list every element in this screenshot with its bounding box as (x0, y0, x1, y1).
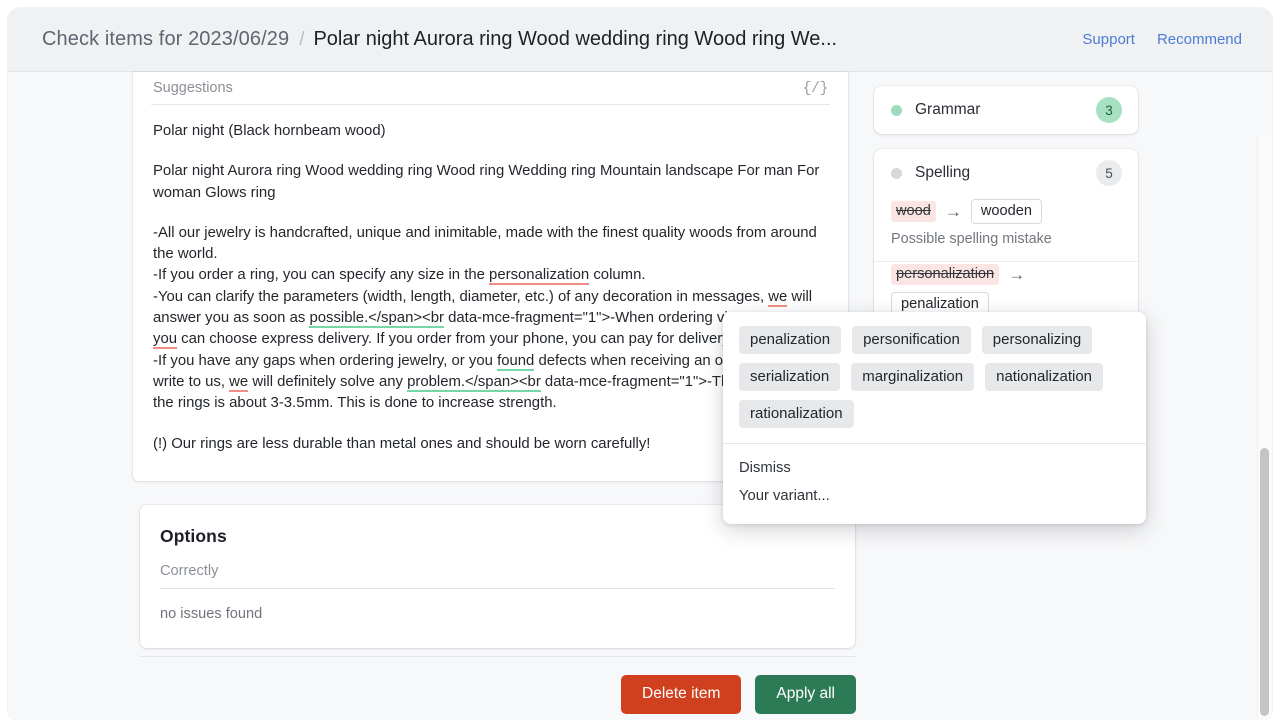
options-empty-state: no issues found (160, 606, 263, 622)
suggestion-chip[interactable]: personification (852, 326, 971, 354)
document-text-run: column. (589, 267, 646, 284)
suggestions-header: Suggestions {/} (151, 72, 830, 105)
grammar-error-mark[interactable]: possible.</span><br (309, 310, 444, 329)
vertical-scrollbar-track[interactable] (1257, 136, 1272, 720)
spelling-issue-row: wood → wooden (891, 199, 1121, 224)
spelling-error-mark[interactable]: we (229, 373, 249, 392)
suggestion-popup-actions: Dismiss Your variant... (723, 443, 1146, 516)
document-text-run: Polar night (Black hornbeam wood) (153, 123, 386, 139)
spelling-issue-item: wood → wooden Possible spelling mistake (874, 197, 1138, 262)
document-text-run: (!) Our rings are less durable than meta… (153, 435, 651, 452)
grammar-error-mark[interactable]: problem.</span><br (407, 373, 541, 392)
grammar-panel-header[interactable]: Grammar 3 (874, 86, 1138, 134)
document-text-run: will definitely solve any (248, 373, 408, 390)
top-bar: Check items for 2023/06/29 / Polar night… (8, 8, 1272, 72)
spelling-error-mark[interactable]: you (153, 331, 178, 350)
grammar-error-mark[interactable]: found (497, 352, 535, 371)
options-title: Options (160, 526, 227, 546)
spelling-count-badge: 5 (1096, 160, 1122, 186)
apply-all-button[interactable]: Apply all (755, 675, 856, 714)
suggestion-chip[interactable]: marginalization (851, 363, 975, 391)
document-text-run: can choose express delivery. If you orde… (177, 331, 806, 348)
recommend-link[interactable]: Recommend (1157, 31, 1242, 48)
vertical-scrollbar-thumb[interactable] (1260, 448, 1269, 716)
breadcrumb-parent[interactable]: Check items for 2023/06/29 (42, 28, 289, 51)
footer-actions: Delete item Apply all (140, 675, 856, 714)
options-correctly-field[interactable]: Correctly (160, 563, 835, 589)
suggested-word[interactable]: wooden (970, 199, 1043, 224)
spelling-issue-row: personalization → (891, 264, 1121, 285)
delete-item-button[interactable]: Delete item (621, 675, 742, 714)
suggestion-chip[interactable]: serialization (739, 363, 841, 391)
arrow-right-icon: → (1008, 265, 1026, 284)
grammar-panel[interactable]: Grammar 3 (874, 86, 1138, 134)
page-title: Polar night Aurora ring Wood wedding rin… (313, 28, 838, 50)
suggestion-popup: penalization personification personalizing… (723, 312, 1146, 524)
document-paragraph: Polar night (Black hornbeam wood) (153, 121, 828, 142)
suggestion-chip[interactable]: personalizing (981, 326, 1093, 354)
document-text-run: Polar night Aurora ring Wood wedding rin… (153, 163, 820, 201)
app-window: Check items for 2023/06/29 / Polar night… (8, 8, 1272, 720)
breadcrumb-separator: / (299, 28, 305, 50)
arrow-right-icon: → (944, 202, 962, 221)
dismiss-action[interactable]: Dismiss (723, 456, 1146, 484)
grammar-title: Grammar (915, 101, 981, 118)
document-paragraph: Polar night Aurora ring Wood wedding rin… (153, 161, 828, 204)
spelling-issue-note: Possible spelling mistake (891, 231, 1052, 247)
document-text-run: -You can clarify the parameters (width, … (153, 288, 769, 305)
misspelled-word[interactable]: wood (891, 201, 936, 222)
spelling-status-dot (891, 167, 902, 179)
suggestions-label: Suggestions (153, 80, 233, 96)
spelling-title: Spelling (915, 164, 971, 181)
suggestion-chip[interactable]: rationalization (739, 400, 854, 428)
spelling-panel-header[interactable]: Spelling 5 (874, 149, 1138, 197)
content-area: Suggestions {/} Polar night (Black hornb… (8, 72, 1272, 720)
document-text-run: -If you order a ring, you can specify an… (153, 267, 490, 284)
spelling-error-mark[interactable]: we (768, 288, 788, 307)
document-text-run: -All our jewelry is handcrafted, unique … (153, 224, 817, 263)
spelling-error-mark[interactable]: personalization (489, 267, 590, 286)
grammar-count-badge: 3 (1096, 97, 1122, 123)
support-link[interactable]: Support (1082, 31, 1135, 48)
suggestion-chip[interactable]: penalization (739, 326, 842, 354)
suggestion-chip-list: penalization personification personalizing… (723, 326, 1146, 443)
suggestion-chip[interactable]: nationalization (985, 363, 1104, 391)
options-card: Options Correctly no issues found (140, 505, 855, 648)
top-bar-links: Support Recommend (1082, 31, 1242, 48)
your-variant-action[interactable]: Your variant... (723, 484, 1146, 512)
footer-divider (140, 656, 856, 657)
document-text-run: -If you have any gaps when ordering jewe… (153, 352, 498, 369)
misspelled-word[interactable]: personalization (891, 264, 1000, 285)
code-view-icon[interactable]: {/} (802, 80, 828, 97)
grammar-status-dot (891, 104, 902, 116)
